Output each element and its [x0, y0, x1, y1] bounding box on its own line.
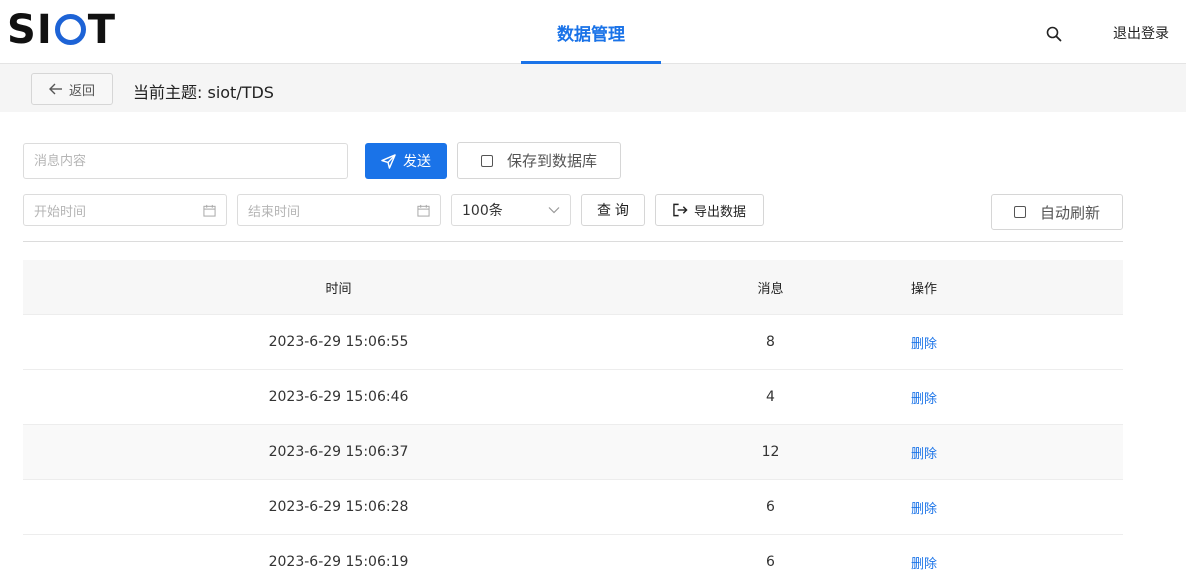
column-header-time: 时间	[325, 281, 352, 297]
topic-bar: 返回 当前主题: siot/TDS	[0, 64, 1186, 112]
cell-time: 2023-6-29 15:06:19	[268, 554, 409, 570]
back-button-label: 返回	[68, 82, 95, 98]
logout-link[interactable]: 退出登录	[1113, 23, 1169, 43]
save-to-db-label: 保存到数据库	[506, 152, 597, 170]
export-data-button[interactable]: 导出数据	[655, 194, 764, 226]
logo-letter-t: T	[87, 7, 116, 53]
chevron-down-icon	[548, 207, 560, 214]
logo-letter-i: I	[36, 7, 53, 53]
cell-time: 2023-6-29 15:06:28	[268, 499, 409, 515]
message-input[interactable]	[23, 143, 348, 179]
calendar-icon	[417, 204, 430, 217]
tab-data-management[interactable]: 数据管理	[521, 0, 661, 64]
delete-link[interactable]: 删除	[895, 498, 953, 517]
cell-message: 8	[766, 334, 775, 350]
delete-link[interactable]: 删除	[895, 553, 953, 572]
delete-link[interactable]: 删除	[895, 333, 953, 352]
cell-message: 6	[766, 554, 775, 570]
send-button[interactable]: 发送	[365, 143, 447, 179]
record-count-value: 100条	[462, 203, 503, 219]
table-row: 2023-6-29 15:06:19 6 删除	[23, 535, 1123, 580]
section-divider	[23, 241, 1123, 242]
logo-ring-icon	[54, 14, 86, 45]
back-button[interactable]: 返回	[31, 73, 113, 105]
delete-link[interactable]: 删除	[895, 388, 953, 407]
table-row: 2023-6-29 15:06:28 6 删除	[23, 480, 1123, 535]
search-button[interactable]	[1042, 22, 1066, 46]
cell-time: 2023-6-29 15:06:55	[268, 334, 409, 350]
auto-refresh-toggle[interactable]: 自动刷新	[991, 194, 1123, 230]
record-count-select[interactable]: 100条	[451, 194, 571, 226]
cell-message: 4	[766, 389, 775, 405]
cell-time: 2023-6-29 15:06:37	[268, 444, 409, 460]
delete-link[interactable]: 删除	[895, 443, 953, 462]
auto-refresh-checkbox[interactable]	[1013, 206, 1026, 218]
export-data-label: 导出数据	[693, 203, 746, 219]
end-time-placeholder: 结束时间	[248, 204, 301, 220]
send-button-label: 发送	[403, 153, 431, 169]
cell-message: 6	[766, 499, 775, 515]
cell-message: 12	[761, 444, 780, 460]
save-to-db-checkbox[interactable]	[480, 154, 493, 167]
siot-logo[interactable]: SI T	[7, 6, 116, 54]
data-table: 时间 消息 操作 2023-6-29 15:06:55 8 删除 2023-6-…	[23, 260, 1123, 580]
export-icon	[673, 203, 688, 217]
query-button[interactable]: 查 询	[581, 194, 645, 226]
column-header-action: 操作	[910, 281, 937, 297]
start-time-picker[interactable]: 开始时间	[23, 194, 227, 226]
paper-plane-icon	[381, 153, 396, 169]
logo-letter-s: S	[7, 7, 37, 53]
save-to-db-toggle[interactable]: 保存到数据库	[457, 142, 621, 179]
table-row: 2023-6-29 15:06:55 8 删除	[23, 315, 1123, 370]
cell-time: 2023-6-29 15:06:46	[268, 389, 409, 405]
arrow-left-icon	[48, 83, 62, 95]
start-time-placeholder: 开始时间	[34, 204, 87, 220]
table-row: 2023-6-29 15:06:37 12 删除	[23, 425, 1123, 480]
auto-refresh-label: 自动刷新	[1039, 203, 1100, 222]
search-icon	[1046, 26, 1062, 42]
top-header: SI T 数据管理 退出登录	[0, 0, 1186, 64]
tab-data-management-label: 数据管理	[557, 24, 625, 45]
table-row: 2023-6-29 15:06:46 4 删除	[23, 370, 1123, 425]
calendar-icon	[203, 204, 216, 217]
table-header: 时间 消息 操作	[23, 260, 1123, 315]
end-time-picker[interactable]: 结束时间	[237, 194, 441, 226]
current-topic: 当前主题: siot/TDS	[133, 83, 274, 102]
column-header-message: 消息	[757, 281, 784, 297]
